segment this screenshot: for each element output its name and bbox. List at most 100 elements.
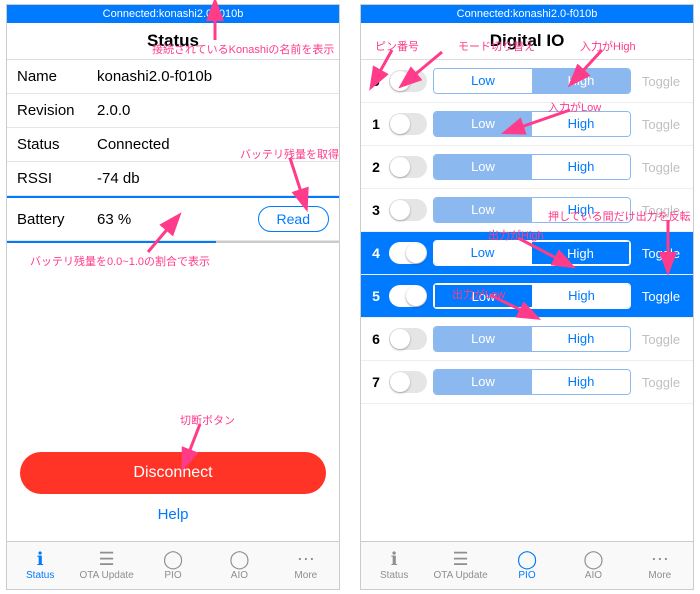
mode-switch[interactable]: [389, 371, 427, 393]
tab-status[interactable]: ℹ︎ Status: [7, 542, 73, 589]
tab-status-label: Status: [380, 570, 408, 581]
low-button[interactable]: Low: [434, 155, 532, 179]
pio-icon: ◯: [163, 550, 183, 568]
high-button[interactable]: High: [532, 370, 630, 394]
tab-ota[interactable]: ☰OTA Update: [73, 542, 139, 589]
pio-icon: ◯: [517, 550, 537, 568]
help-link[interactable]: Help: [7, 494, 339, 535]
low-button[interactable]: Low: [434, 327, 532, 351]
mode-switch[interactable]: [389, 285, 427, 307]
tab-aio[interactable]: ◯ AIO: [206, 542, 272, 589]
low-high-segment[interactable]: LowHigh: [433, 369, 631, 395]
more-icon: ⋯: [297, 550, 315, 568]
low-high-segment[interactable]: LowHigh: [433, 240, 631, 266]
dio-row-5: 5 LowHigh Toggle: [361, 275, 693, 318]
toggle-button[interactable]: Toggle: [637, 203, 685, 218]
low-button[interactable]: Low: [434, 284, 533, 308]
low-high-segment[interactable]: LowHigh: [433, 154, 631, 180]
mode-switch[interactable]: [389, 113, 427, 135]
status-value: Connected: [97, 136, 329, 153]
tab-ota[interactable]: ☰ OTA Update: [427, 542, 493, 589]
rssi-label: RSSI: [17, 170, 97, 187]
low-high-segment[interactable]: LowHigh: [433, 111, 631, 137]
tab-status[interactable]: ℹ︎ Status: [361, 542, 427, 589]
high-button[interactable]: High: [532, 112, 630, 136]
info-icon: ℹ︎: [391, 550, 398, 568]
tab-bar: ℹ︎ Status ☰OTA Update ◯PIO ◯ AIO ⋯ More: [7, 541, 339, 589]
dio-content: 0LowHighToggle1LowHighToggle2LowHighTogg…: [361, 60, 693, 541]
bottom-actions: Disconnect Help: [7, 452, 339, 541]
status-screen: Connected:konashi2.0-f010b Status Name k…: [6, 4, 340, 590]
pin-number: 7: [369, 374, 383, 390]
revision-value: 2.0.0: [97, 102, 329, 119]
status-row: Status Connected: [7, 128, 339, 162]
more-icon: ⋯: [651, 550, 669, 568]
low-button[interactable]: Low: [434, 69, 532, 93]
toggle-button[interactable]: Toggle: [637, 246, 685, 261]
low-button[interactable]: Low: [434, 241, 531, 265]
toggle-button[interactable]: Toggle: [637, 375, 685, 390]
low-high-segment[interactable]: LowHigh: [433, 68, 631, 94]
dio-row-4: 4LowHighToggle: [361, 232, 693, 275]
connection-header: Connected:konashi2.0-f010b: [361, 5, 693, 23]
rssi-row: RSSI -74 db: [7, 162, 339, 196]
wifi-icon: ☰: [453, 550, 469, 568]
high-button[interactable]: High: [531, 241, 630, 265]
high-button[interactable]: High: [532, 155, 630, 179]
high-button[interactable]: High: [533, 284, 630, 308]
low-button[interactable]: Low: [434, 370, 532, 394]
tab-pio-label: PIO: [518, 570, 535, 581]
rssi-value: -74 db: [97, 170, 329, 187]
tab-more[interactable]: ⋯More: [627, 542, 693, 589]
connection-header: Connected:konashi2.0-f010b: [7, 5, 339, 23]
revision-label: Revision: [17, 102, 97, 119]
tab-aio-label: AIO: [585, 570, 602, 581]
dio-row-2: 2LowHighToggle: [361, 146, 693, 189]
toggle-button[interactable]: Toggle: [637, 117, 685, 132]
toggle-button[interactable]: Toggle: [637, 289, 685, 304]
dio-row-1: 1 LowHigh Toggle: [361, 103, 693, 146]
mode-switch[interactable]: [389, 242, 427, 264]
read-button[interactable]: Read: [258, 206, 329, 232]
dio-row-3: 3LowHighToggle: [361, 189, 693, 232]
low-high-segment[interactable]: LowHigh: [433, 283, 631, 309]
wifi-icon: ☰: [99, 550, 115, 568]
high-button[interactable]: High: [532, 327, 630, 351]
mode-switch[interactable]: [389, 156, 427, 178]
dio-row-7: 7 LowHigh Toggle: [361, 361, 693, 404]
tab-status-label: Status: [26, 570, 54, 581]
tab-more-label: More: [294, 570, 317, 581]
high-button[interactable]: High: [532, 69, 630, 93]
mode-switch[interactable]: [389, 199, 427, 221]
aio-icon: ◯: [583, 550, 603, 568]
name-value: konashi2.0-f010b: [97, 68, 329, 85]
aio-icon: ◯: [229, 550, 249, 568]
pin-number: 1: [369, 116, 383, 132]
disconnect-button[interactable]: Disconnect: [20, 452, 325, 494]
tab-aio[interactable]: ◯ AIO: [560, 542, 626, 589]
toggle-button[interactable]: Toggle: [637, 160, 685, 175]
toggle-button[interactable]: Toggle: [637, 74, 685, 89]
high-button[interactable]: High: [532, 198, 630, 222]
pin-number: 5: [369, 288, 383, 304]
status-content: Name konashi2.0-f010b Revision 2.0.0 Sta…: [7, 60, 339, 541]
toggle-button[interactable]: Toggle: [637, 332, 685, 347]
tab-more[interactable]: ⋯ More: [273, 542, 339, 589]
low-button[interactable]: Low: [434, 198, 532, 222]
info-icon: ℹ︎: [37, 550, 44, 568]
low-high-segment[interactable]: LowHigh: [433, 326, 631, 352]
battery-value: 63 %: [97, 211, 258, 228]
mode-switch[interactable]: [389, 328, 427, 350]
tab-aio-label: AIO: [231, 570, 248, 581]
tab-pio[interactable]: ◯PIO: [140, 542, 206, 589]
tab-pio[interactable]: ◯ PIO: [494, 542, 560, 589]
status-label: Status: [17, 136, 97, 153]
low-high-segment[interactable]: LowHigh: [433, 197, 631, 223]
dio-row-6: 6LowHighToggle: [361, 318, 693, 361]
low-button[interactable]: Low: [434, 112, 532, 136]
page-title: Digital IO: [361, 23, 693, 60]
dio-row-0: 0 LowHigh Toggle: [361, 60, 693, 103]
tab-ota-label: OTA Update: [433, 570, 487, 581]
pin-number: 0: [369, 73, 383, 89]
mode-switch[interactable]: [389, 70, 427, 92]
